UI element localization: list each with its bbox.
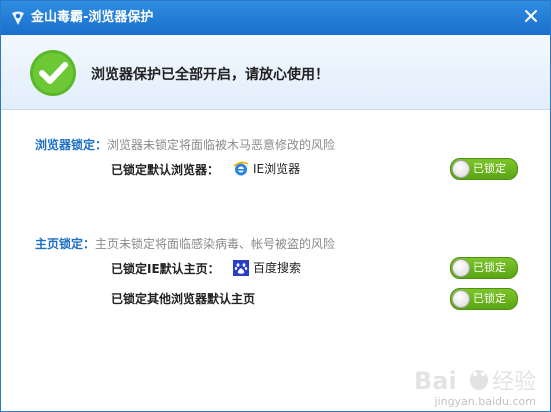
kingsoft-logo-icon bbox=[12, 11, 24, 25]
banner-message: 浏览器保护已全部开启，请放心使用！ bbox=[91, 67, 329, 83]
close-icon[interactable] bbox=[522, 7, 540, 25]
ie-icon bbox=[233, 161, 249, 176]
section-browser-lock-header: 浏览器锁定：浏览器未锁定将面临被木马恶意修改的风险 bbox=[35, 137, 335, 153]
browser-lock-toggle[interactable]: 已锁定 bbox=[450, 158, 518, 180]
title-bar[interactable]: 金山毒霸-浏览器保护 bbox=[1, 1, 550, 35]
ie-homepage-name: 百度搜索 bbox=[253, 261, 302, 275]
window-title: 金山毒霸-浏览器保护 bbox=[31, 10, 154, 25]
other-browsers-homepage-label: 已锁定其他浏览器默认主页 bbox=[111, 292, 256, 306]
toggle-knob bbox=[452, 290, 470, 308]
section-description: 浏览器未锁定将面临被木马恶意修改的风险 bbox=[107, 138, 336, 152]
toggle-label: 已锁定 bbox=[473, 261, 506, 274]
toggle-label: 已锁定 bbox=[473, 162, 506, 175]
svg-text:经验: 经验 bbox=[492, 370, 536, 395]
section-homepage-lock-header: 主页锁定：主页未锁定将面临感染病毒、帐号被盗的风险 bbox=[35, 236, 335, 252]
ie-homepage-label: 已锁定IE默认主页： bbox=[111, 262, 220, 276]
svg-text:Bai: Bai bbox=[414, 367, 457, 395]
section-description: 主页未锁定将面临感染病毒、帐号被盗的风险 bbox=[95, 237, 336, 251]
other-homepage-lock-toggle[interactable]: 已锁定 bbox=[450, 288, 518, 310]
baidu-paw-icon bbox=[233, 260, 249, 276]
ie-homepage-value: 百度搜索 bbox=[233, 260, 301, 276]
default-browser-value: IE浏览器 bbox=[233, 161, 300, 177]
ie-homepage-lock-toggle[interactable]: 已锁定 bbox=[450, 257, 518, 279]
section-heading: 浏览器锁定： bbox=[35, 138, 108, 152]
watermark-url: jingyan.baidu.com bbox=[434, 395, 536, 408]
toggle-label: 已锁定 bbox=[473, 292, 506, 305]
toggle-knob bbox=[452, 160, 470, 178]
default-browser-name: IE浏览器 bbox=[253, 162, 301, 176]
checkmark-circle-icon bbox=[30, 50, 76, 96]
section-heading: 主页锁定： bbox=[35, 237, 96, 251]
baidu-watermark-icon: Bai 经验 bbox=[414, 367, 536, 395]
browser-protection-window: 金山毒霸-浏览器保护 浏览器保护已全部开启，请放心使用！ 浏览器锁定：浏览器未锁… bbox=[0, 0, 551, 412]
toggle-knob bbox=[452, 259, 470, 277]
status-banner: 浏览器保护已全部开启，请放心使用！ bbox=[1, 35, 550, 110]
default-browser-label: 已锁定默认浏览器： bbox=[111, 163, 220, 177]
